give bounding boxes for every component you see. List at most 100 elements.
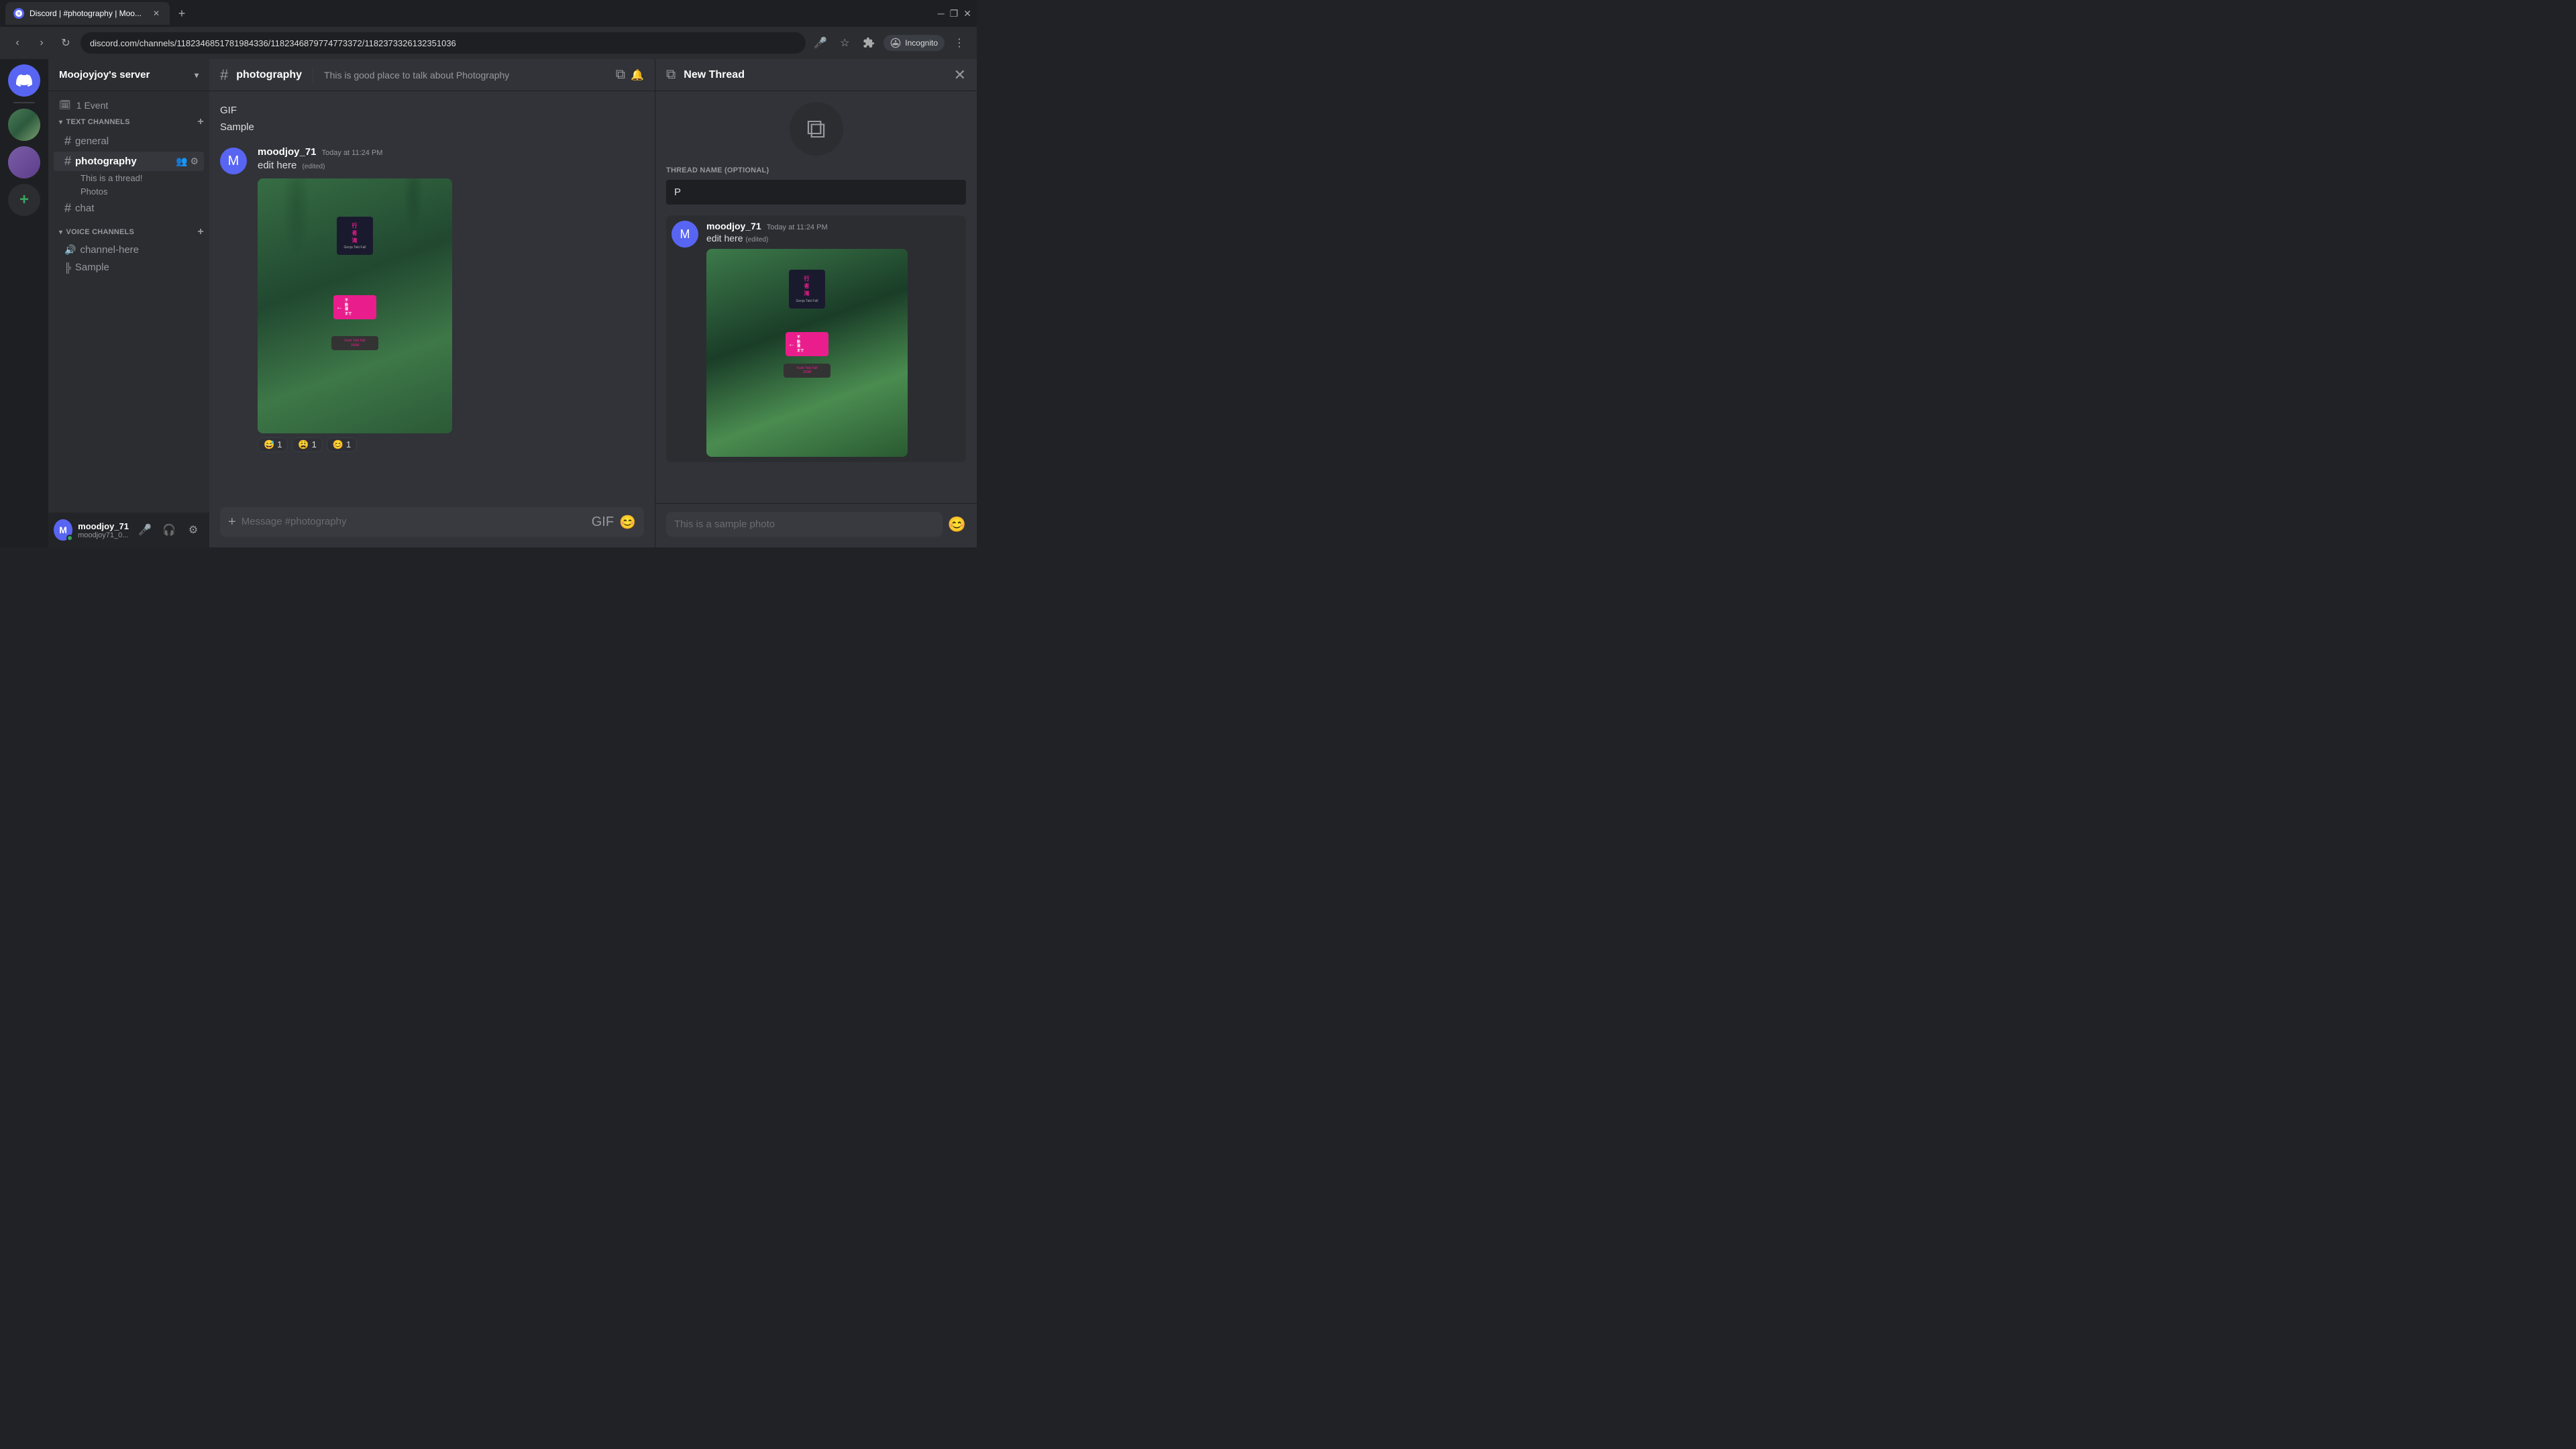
members-icon[interactable]: 👥 [176,156,187,167]
message-author-1: moodjoy_71 [258,146,317,158]
photography-hash-icon: # [64,154,71,168]
user-area: M moodjoy_71 moodjoy71_0... 🎤 🎧 ⚙ [48,513,209,547]
restore-button[interactable]: ❐ [950,8,959,19]
user-controls: 🎤 🎧 ⚙ [134,519,204,541]
add-voice-channel-button[interactable]: + [197,226,204,238]
back-button[interactable]: ‹ [8,34,27,52]
star-icon[interactable]: ☆ [835,34,854,52]
gif-button[interactable]: GIF [592,515,614,530]
server2-icon[interactable] [8,146,40,178]
mute-button[interactable]: 🎤 [134,519,156,541]
thread-message-input[interactable] [666,512,943,537]
discord-app: + Moojoyjoy's server ▾ 🗓 1 Event ▾ TEXT … [0,59,977,547]
discord-home-button[interactable] [8,64,40,97]
deafen-button[interactable]: 🎧 [158,519,180,541]
minimize-button[interactable]: ─ [938,8,945,19]
chat-messages: GIF Sample M moodjoy_71 Today at 11:24 P… [209,91,655,507]
online-status-dot [66,535,73,541]
event-count: 1 Event [76,100,108,111]
thread-this-is-a-thread[interactable]: This is a thread! [54,172,204,184]
channel-channel-here[interactable]: 🔊 channel-here [54,241,204,258]
channel-sidebar: Moojoyjoy's server ▾ 🗓 1 Event ▾ TEXT CH… [48,59,209,547]
gif-item: GIF [209,102,655,119]
nav-bar: ‹ › ↻ discord.com/channels/1182346851781… [0,27,977,59]
chat-input[interactable] [241,507,586,537]
server-name: Moojoyjoy's server [59,69,150,80]
calendar-icon: 🗓 [59,99,71,111]
thread-panel-close-button[interactable]: ✕ [954,66,966,84]
reaction-3[interactable]: 😊 1 [327,437,357,452]
thread-emoji-button[interactable]: 😊 [948,516,966,533]
user-info: moodjoy_71 moodjoy71_0... [78,521,129,539]
active-tab[interactable]: Discord | #photography | Moo... ✕ [5,2,170,25]
reaction-emoji-2: 😩 [298,439,309,450]
extensions-icon[interactable] [859,34,878,52]
notification-header-icon[interactable]: 🔔 [631,68,644,82]
voice-channels-label: VOICE CHANNELS [66,228,134,236]
chat-input-box: + GIF 😊 [220,507,644,537]
channel-photography[interactable]: # photography 👥 ⚙ [54,152,204,171]
thread-name-input[interactable] [666,180,966,205]
chat-input-area: + GIF 😊 [209,507,655,547]
thread-preview-icon: ⧉ [790,102,843,156]
main-chat-area: # photography This is good place to talk… [209,59,655,547]
thread-photos[interactable]: Photos [54,185,204,198]
mic-icon[interactable]: 🎤 [811,34,830,52]
server1-wrapper [8,109,40,141]
reaction-count-3: 1 [346,439,351,449]
text-channels-section: ▾ TEXT CHANNELS + # general # photograph… [48,113,209,218]
incognito-button[interactable]: Incognito [883,35,945,51]
events-item[interactable]: 🗓 1 Event [48,97,209,113]
channel-list: 🗓 1 Event ▾ TEXT CHANNELS + # general [48,91,209,513]
text-section-chevron: ▾ [59,119,62,126]
threads-header-icon[interactable]: ⧉ [616,67,625,83]
reload-button[interactable]: ↻ [56,34,75,52]
thread-message-time: Today at 11:24 PM [767,223,828,231]
reaction-2[interactable]: 😩 1 [292,437,322,452]
thread-image-preview: 行者滝 Genja Taki Fall ← 不動瀧まで Fudo Taki Fa… [706,249,908,457]
incognito-label: Incognito [905,38,938,48]
user-tag: moodjoy71_0... [78,531,129,539]
url-text: discord.com/channels/1182346851781984336… [90,38,456,48]
add-server-button[interactable]: + [8,184,40,216]
tab-close-button[interactable]: ✕ [151,8,162,19]
thread-panel-body: ⧉ THREAD NAME (OPTIONAL) M moodjoy_71 To… [655,91,977,503]
thread-panel-icon: ⧉ [666,67,676,83]
channel-header-name: photography [236,69,302,81]
tab-bar: Discord | #photography | Moo... ✕ + ─ ❐ … [0,0,977,27]
reaction-1[interactable]: 😅 1 [258,437,288,452]
emoji-button[interactable]: 😊 [619,514,636,531]
channel-general-label: general [75,136,109,147]
thread-message-text: edit here (edited) [706,233,961,244]
server-moodjoys-icon[interactable] [8,109,40,141]
message-text-1: edit here (edited) [258,159,644,173]
sample-label-chat: Sample [220,121,254,133]
attach-button[interactable]: + [228,515,236,530]
thread-message-content: moodjoy_71 Today at 11:24 PM edit here (… [706,221,961,457]
more-menu-icon[interactable]: ⋮ [950,34,969,52]
forward-button[interactable]: › [32,34,51,52]
nav-actions: 🎤 ☆ Incognito ⋮ [811,34,969,52]
channel-chat[interactable]: # chat [54,199,204,218]
address-bar[interactable]: discord.com/channels/1182346851781984336… [80,32,806,54]
user-settings-button[interactable]: ⚙ [182,519,204,541]
message-image-1: 行者滝 Genja Taki Fall ← 不動瀧まで Fudo Taki Fa… [258,178,459,433]
header-actions: ⧉ 🔔 [616,67,644,83]
new-tab-button[interactable]: + [172,4,191,23]
chat-hash-icon: # [64,201,71,215]
channel-sample[interactable]: ╠ Sample [54,259,204,276]
channel-general[interactable]: # general [54,131,204,151]
voice-channels-header[interactable]: ▾ VOICE CHANNELS + [48,223,209,241]
thread-panel-header: ⧉ New Thread ✕ [655,59,977,91]
reaction-count-2: 1 [312,439,317,449]
thread-message-author: moodjoy_71 [706,221,761,231]
add-text-channel-button[interactable]: + [197,116,204,128]
text-channels-header[interactable]: ▾ TEXT CHANNELS + [48,113,209,131]
channel-settings-icon[interactable]: ⚙ [190,156,199,167]
close-window-button[interactable]: ✕ [963,8,971,19]
message-header-1: moodjoy_71 Today at 11:24 PM [258,146,644,158]
message-content-1: moodjoy_71 Today at 11:24 PM edit here (… [258,146,644,452]
channel-header-hash-icon: # [220,66,228,84]
server-header[interactable]: Moojoyjoy's server ▾ [48,59,209,91]
thread-message-avatar: M [672,221,698,248]
